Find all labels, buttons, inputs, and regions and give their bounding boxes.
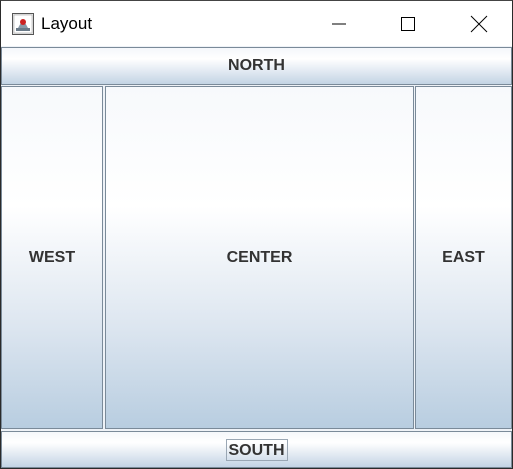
maximize-icon	[401, 16, 415, 31]
close-icon	[470, 15, 488, 32]
minimize-icon	[332, 23, 346, 24]
close-button[interactable]	[456, 1, 502, 46]
window-title: Layout	[41, 14, 93, 33]
east-button-label: EAST	[442, 248, 485, 266]
north-button-label: NORTH	[228, 57, 285, 74]
layout-window: Layout NORTH WEST CENTER EAST SOUTH	[0, 0, 513, 469]
south-button-label: SOUTH	[225, 438, 288, 461]
minimize-button[interactable]	[316, 1, 362, 46]
south-button[interactable]: SOUTH	[1, 431, 512, 468]
west-button[interactable]: WEST	[1, 86, 103, 429]
java-app-icon[interactable]	[12, 13, 34, 35]
center-button-label: CENTER	[226, 248, 293, 266]
north-button[interactable]: NORTH	[1, 47, 512, 85]
title-bar[interactable]: Layout	[1, 1, 512, 46]
east-button[interactable]: EAST	[415, 86, 512, 429]
maximize-button[interactable]	[385, 1, 431, 46]
center-button[interactable]: CENTER	[105, 86, 414, 429]
west-button-label: WEST	[28, 248, 76, 266]
